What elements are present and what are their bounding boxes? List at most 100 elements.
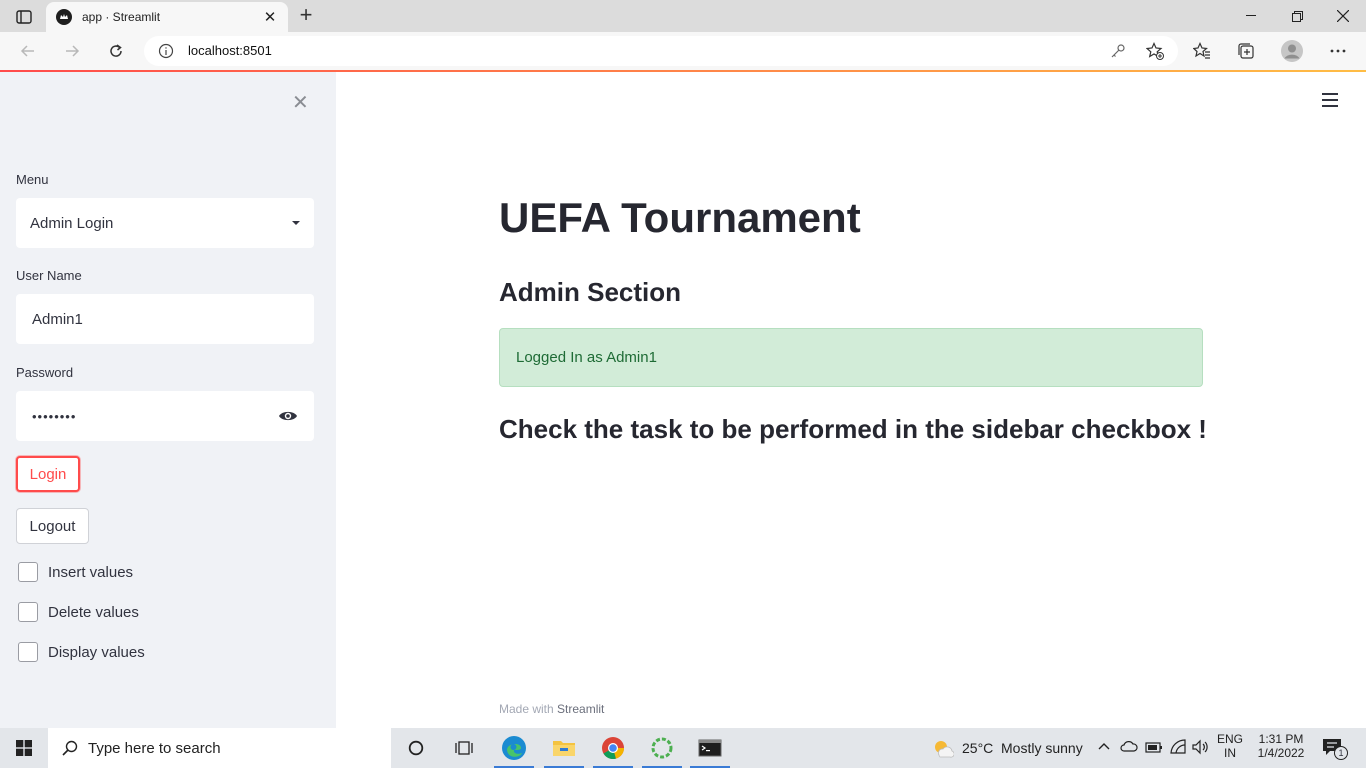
sidebar: ✕ Menu Admin Login User Name Admin1 Pass… <box>0 72 336 728</box>
taskbar-clock[interactable]: 1:31 PM 1/4/2022 <box>1250 732 1312 760</box>
taskbar-edge-app[interactable] <box>490 728 538 768</box>
tab-close-icon[interactable]: ✕ <box>262 8 278 26</box>
username-value: Admin1 <box>32 310 83 328</box>
task-view-icon <box>455 741 473 755</box>
language-code: ENG <box>1216 732 1243 746</box>
green-ring-app-icon <box>651 737 673 759</box>
close-window-icon <box>1337 10 1349 22</box>
start-button[interactable] <box>0 728 48 768</box>
menu-select-value: Admin Login <box>30 214 114 232</box>
menu-label: Menu <box>16 172 49 187</box>
region-code: IN <box>1224 746 1236 760</box>
task-instruction-heading: Check the task to be performed in the si… <box>499 414 1207 444</box>
login-button[interactable]: Login <box>16 456 80 492</box>
restore-button[interactable] <box>1274 0 1320 32</box>
footer: Made with Streamlit <box>499 702 604 716</box>
back-button[interactable] <box>14 37 42 65</box>
restore-icon <box>1291 10 1303 22</box>
address-bar[interactable]: localhost:8501 <box>144 36 1178 66</box>
favorites-icon <box>1193 42 1210 59</box>
forward-button[interactable] <box>58 37 86 65</box>
tab-title: app · Streamlit <box>82 10 161 24</box>
password-label: Password <box>16 365 74 380</box>
search-icon <box>62 740 78 756</box>
more-dots-icon <box>1330 49 1346 53</box>
page-title: UEFA Tournament <box>499 194 861 241</box>
chevron-down-icon <box>292 221 300 225</box>
browser-toolbar: localhost:8501 <box>0 32 1366 70</box>
taskbar-loading-app[interactable] <box>638 728 686 768</box>
section-heading: Admin Section <box>499 277 682 307</box>
action-center-button[interactable]: 1 <box>1322 738 1350 760</box>
collections-button[interactable] <box>1232 37 1260 65</box>
show-password-eye-icon[interactable] <box>278 409 298 423</box>
volume-speaker-icon[interactable] <box>1192 739 1210 755</box>
search-placeholder: Type here to search <box>88 739 221 757</box>
chevron-up-icon[interactable] <box>1098 742 1110 750</box>
input-language-indicator[interactable]: ENG IN <box>1214 732 1246 760</box>
footer-streamlit-link[interactable]: Streamlit <box>557 702 604 716</box>
delete-values-checkbox[interactable]: Delete values <box>18 602 139 622</box>
windows-logo-icon <box>16 740 32 756</box>
insert-values-checkbox[interactable]: Insert values <box>18 562 133 582</box>
forward-arrow-icon <box>66 45 80 57</box>
username-label: User Name <box>16 268 82 283</box>
key-icon[interactable] <box>1110 43 1126 59</box>
display-values-checkbox[interactable]: Display values <box>18 642 145 662</box>
minimize-button[interactable] <box>1228 0 1274 32</box>
close-sidebar-icon[interactable]: ✕ <box>292 90 309 115</box>
profile-avatar-icon <box>1281 40 1303 62</box>
refresh-icon <box>110 44 122 57</box>
terminal-icon <box>698 739 722 757</box>
password-value: •••••••• <box>32 408 77 424</box>
windows-taskbar: Type here to search 25°C Mostly sunny EN… <box>0 728 1366 768</box>
checkbox-label: Insert values <box>48 563 134 581</box>
taskbar-terminal-app[interactable] <box>686 728 734 768</box>
logout-button[interactable]: Logout <box>16 508 89 544</box>
checkbox-box[interactable] <box>18 602 38 622</box>
task-view-button[interactable] <box>440 728 488 768</box>
taskbar-search-input[interactable]: Type here to search <box>48 728 391 768</box>
notification-count-badge: 1 <box>1334 746 1348 760</box>
favorites-button[interactable] <box>1188 37 1216 65</box>
checkbox-label: Display values <box>48 643 145 661</box>
file-explorer-folder-icon <box>553 741 575 756</box>
battery-plug-icon[interactable] <box>1145 740 1163 754</box>
chrome-browser-icon <box>602 737 624 760</box>
checkbox-box[interactable] <box>18 642 38 662</box>
weather-sun-cloud-icon[interactable] <box>932 738 954 758</box>
cortana-button[interactable] <box>392 728 440 768</box>
refresh-button[interactable] <box>102 37 130 65</box>
profile-button[interactable] <box>1278 37 1306 65</box>
more-options-button[interactable] <box>1324 37 1352 65</box>
weather-temperature[interactable]: 25°C <box>962 740 993 756</box>
back-arrow-icon <box>20 45 34 57</box>
taskbar-chrome-app[interactable] <box>589 728 637 768</box>
site-info-icon[interactable] <box>158 43 174 59</box>
weather-description[interactable]: Mostly sunny <box>1001 740 1083 756</box>
checkbox-label: Delete values <box>48 603 139 621</box>
streamlit-crown-icon <box>56 9 72 25</box>
tab-actions-button[interactable] <box>8 6 40 28</box>
checkbox-box[interactable] <box>18 562 38 582</box>
footer-prefix: Made with <box>499 702 554 716</box>
username-input[interactable]: Admin1 <box>16 294 314 344</box>
close-window-button[interactable] <box>1320 0 1366 32</box>
menu-select[interactable]: Admin Login <box>16 198 314 248</box>
minimize-icon <box>1246 15 1256 16</box>
password-input[interactable]: •••••••• <box>16 391 314 441</box>
hamburger-menu-icon[interactable] <box>1322 93 1338 107</box>
onedrive-cloud-icon[interactable] <box>1120 740 1138 752</box>
add-favorite-icon[interactable] <box>1146 42 1164 60</box>
cortana-circle-icon <box>408 740 424 756</box>
taskbar-file-explorer-app[interactable] <box>540 728 588 768</box>
new-tab-button[interactable]: + <box>294 4 318 28</box>
success-alert: Logged In as Admin1 <box>499 328 1203 387</box>
browser-tab-strip: app · Streamlit ✕ + <box>0 0 1366 32</box>
url-text: localhost:8501 <box>188 43 272 58</box>
tab-actions-icon <box>16 10 32 24</box>
wifi-icon[interactable] <box>1170 739 1186 755</box>
browser-tab[interactable]: app · Streamlit ✕ <box>46 2 288 32</box>
clock-date: 1/4/2022 <box>1257 746 1305 760</box>
collections-icon <box>1238 43 1254 59</box>
